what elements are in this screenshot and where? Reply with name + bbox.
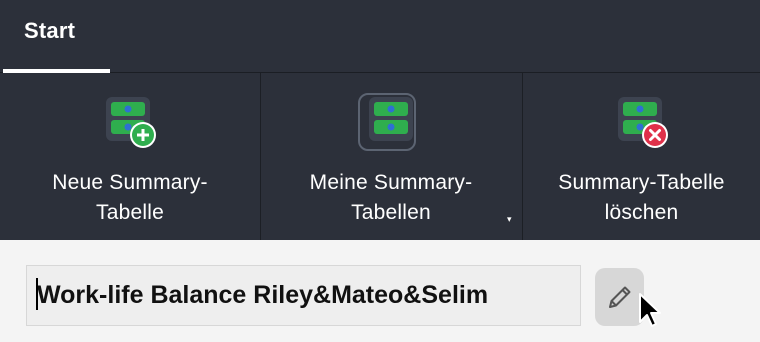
dropdown-caret-icon[interactable]: ▾ <box>507 214 512 225</box>
delete-summary-table-label: Summary-Tabelle löschen <box>558 171 725 224</box>
text-cursor <box>36 278 38 310</box>
table-name-input[interactable] <box>26 265 581 326</box>
summary-table-delete-icon <box>612 93 672 153</box>
summary-table-add-icon <box>100 93 160 153</box>
my-summary-tables-label: Meine Summary- Tabellen <box>309 171 473 224</box>
summary-table-icon <box>361 93 421 153</box>
mouse-pointer-icon <box>639 293 661 327</box>
ribbon-tab-strip: Start <box>0 0 760 73</box>
new-summary-table-label: Neue Summary- Tabelle <box>52 171 208 224</box>
tab-start-label: Start <box>24 18 76 43</box>
edit-name-button[interactable] <box>595 268 644 326</box>
tab-start[interactable]: Start <box>3 0 110 73</box>
my-summary-tables-button[interactable]: Meine Summary- Tabellen <box>260 73 522 240</box>
pencil-icon <box>609 286 631 308</box>
delete-summary-table-button[interactable]: Summary-Tabelle löschen <box>523 73 760 240</box>
new-summary-table-button[interactable]: Neue Summary- Tabelle <box>0 73 260 240</box>
